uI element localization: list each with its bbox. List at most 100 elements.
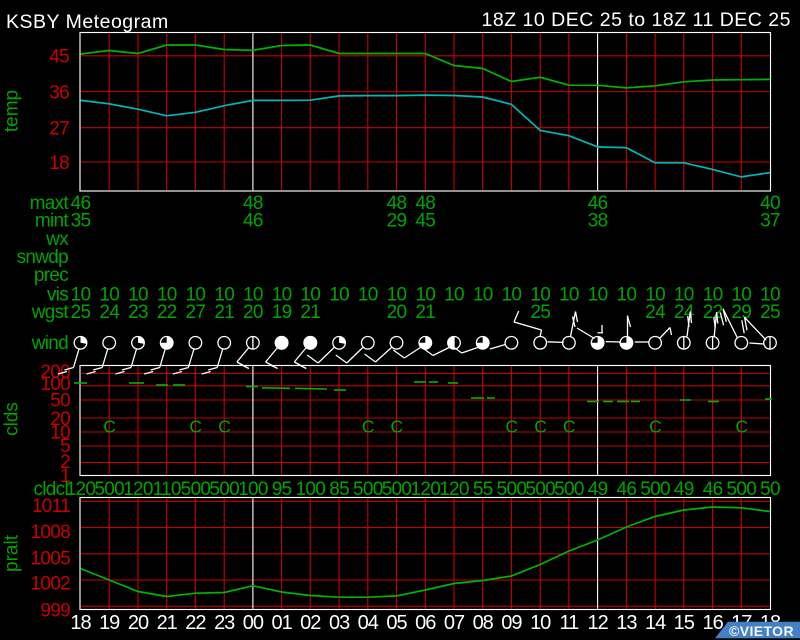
svg-text:24: 24 (645, 302, 666, 323)
svg-text:18: 18 (49, 153, 69, 174)
svg-text:10: 10 (502, 285, 522, 306)
svg-text:11: 11 (560, 612, 580, 634)
svg-text:23: 23 (128, 302, 148, 323)
svg-text:wind: wind (31, 333, 68, 354)
svg-text:02: 02 (300, 612, 321, 634)
svg-text:10: 10 (559, 285, 579, 306)
svg-text:10: 10 (617, 285, 637, 306)
svg-text:36: 36 (49, 82, 69, 103)
svg-text:10: 10 (588, 285, 608, 306)
svg-text:120: 120 (66, 479, 96, 500)
svg-text:20: 20 (387, 302, 407, 323)
svg-text:25: 25 (760, 302, 780, 323)
svg-text:01: 01 (271, 612, 292, 634)
svg-text:©VIETOR: ©VIETOR (729, 623, 794, 639)
svg-text:14: 14 (645, 612, 666, 634)
svg-text:500: 500 (94, 479, 124, 500)
svg-text:500: 500 (726, 479, 756, 500)
svg-text:13: 13 (616, 612, 637, 634)
svg-text:16: 16 (702, 612, 723, 634)
svg-text:500: 500 (181, 479, 211, 500)
svg-text:10: 10 (444, 285, 464, 306)
svg-text:22: 22 (157, 302, 177, 323)
svg-text:46: 46 (617, 479, 637, 500)
svg-text:27: 27 (49, 119, 69, 140)
svg-text:55: 55 (473, 479, 493, 500)
svg-text:120: 120 (410, 479, 440, 500)
svg-text:20: 20 (128, 612, 149, 634)
svg-text:C: C (649, 417, 661, 437)
svg-text:46: 46 (703, 479, 723, 500)
svg-text:120: 120 (439, 479, 469, 500)
svg-text:37: 37 (760, 211, 780, 232)
svg-text:110: 110 (153, 479, 181, 500)
svg-text:100: 100 (238, 479, 268, 500)
svg-text:08: 08 (473, 612, 494, 634)
svg-text:prec: prec (34, 265, 68, 286)
svg-text:500: 500 (209, 479, 239, 500)
svg-text:C: C (735, 417, 747, 437)
svg-text:21: 21 (415, 302, 435, 323)
svg-text:49: 49 (588, 479, 608, 500)
svg-text:22: 22 (185, 612, 206, 634)
svg-text:C: C (505, 417, 517, 437)
svg-text:50: 50 (760, 479, 780, 500)
svg-text:500: 500 (353, 479, 383, 500)
svg-text:1002: 1002 (31, 574, 71, 595)
svg-text:1005: 1005 (31, 548, 71, 569)
svg-text:18: 18 (70, 612, 91, 634)
svg-text:06: 06 (415, 612, 436, 634)
svg-text:C: C (391, 417, 403, 437)
svg-text:21: 21 (300, 302, 320, 323)
svg-text:999: 999 (40, 600, 70, 621)
svg-text:18Z 10 DEC 25 to 18Z 11 DEC 25: 18Z 10 DEC 25 to 18Z 11 DEC 25 (482, 9, 791, 31)
svg-text:temp: temp (2, 90, 23, 132)
svg-text:38: 38 (588, 211, 608, 232)
svg-text:25: 25 (530, 302, 550, 323)
svg-text:25: 25 (71, 302, 91, 323)
svg-text:500: 500 (554, 479, 584, 500)
svg-text:KSBY Meteogram: KSBY Meteogram (6, 11, 169, 33)
svg-text:C: C (534, 417, 546, 437)
svg-text:pralt: pralt (2, 534, 23, 572)
svg-text:500: 500 (640, 479, 670, 500)
svg-text:29: 29 (387, 211, 407, 232)
svg-text:1008: 1008 (31, 522, 71, 543)
svg-text:C: C (189, 417, 201, 437)
svg-text:100: 100 (295, 479, 325, 500)
svg-text:10: 10 (530, 612, 551, 634)
svg-text:27: 27 (186, 302, 206, 323)
svg-text:C: C (362, 417, 374, 437)
svg-text:22: 22 (703, 302, 723, 323)
svg-text:29: 29 (731, 302, 751, 323)
svg-text:95: 95 (272, 479, 292, 500)
svg-text:24: 24 (99, 302, 120, 323)
svg-text:23: 23 (214, 612, 235, 634)
svg-text:500: 500 (382, 479, 412, 500)
svg-text:49: 49 (674, 479, 694, 500)
svg-text:07: 07 (444, 612, 465, 634)
svg-text:15: 15 (674, 612, 695, 634)
svg-text:19: 19 (99, 612, 120, 634)
svg-text:35: 35 (71, 211, 91, 232)
svg-text:45: 45 (49, 47, 69, 68)
svg-text:10: 10 (358, 285, 378, 306)
svg-text:05: 05 (386, 612, 407, 634)
svg-text:10: 10 (473, 285, 493, 306)
svg-text:85: 85 (329, 479, 349, 500)
svg-text:21: 21 (157, 612, 178, 634)
svg-text:03: 03 (329, 612, 350, 634)
svg-text:20: 20 (243, 302, 263, 323)
svg-text:wgst: wgst (31, 302, 70, 323)
svg-text:clds: clds (2, 402, 23, 436)
svg-text:19: 19 (272, 302, 292, 323)
svg-text:C: C (563, 417, 575, 437)
svg-text:C: C (103, 417, 115, 437)
svg-text:45: 45 (415, 211, 435, 232)
svg-text:cldcl: cldcl (33, 479, 68, 500)
svg-text:21: 21 (214, 302, 234, 323)
svg-text:120: 120 (123, 479, 153, 500)
svg-text:C: C (218, 417, 230, 437)
svg-text:09: 09 (501, 612, 522, 634)
svg-text:10: 10 (329, 285, 349, 306)
